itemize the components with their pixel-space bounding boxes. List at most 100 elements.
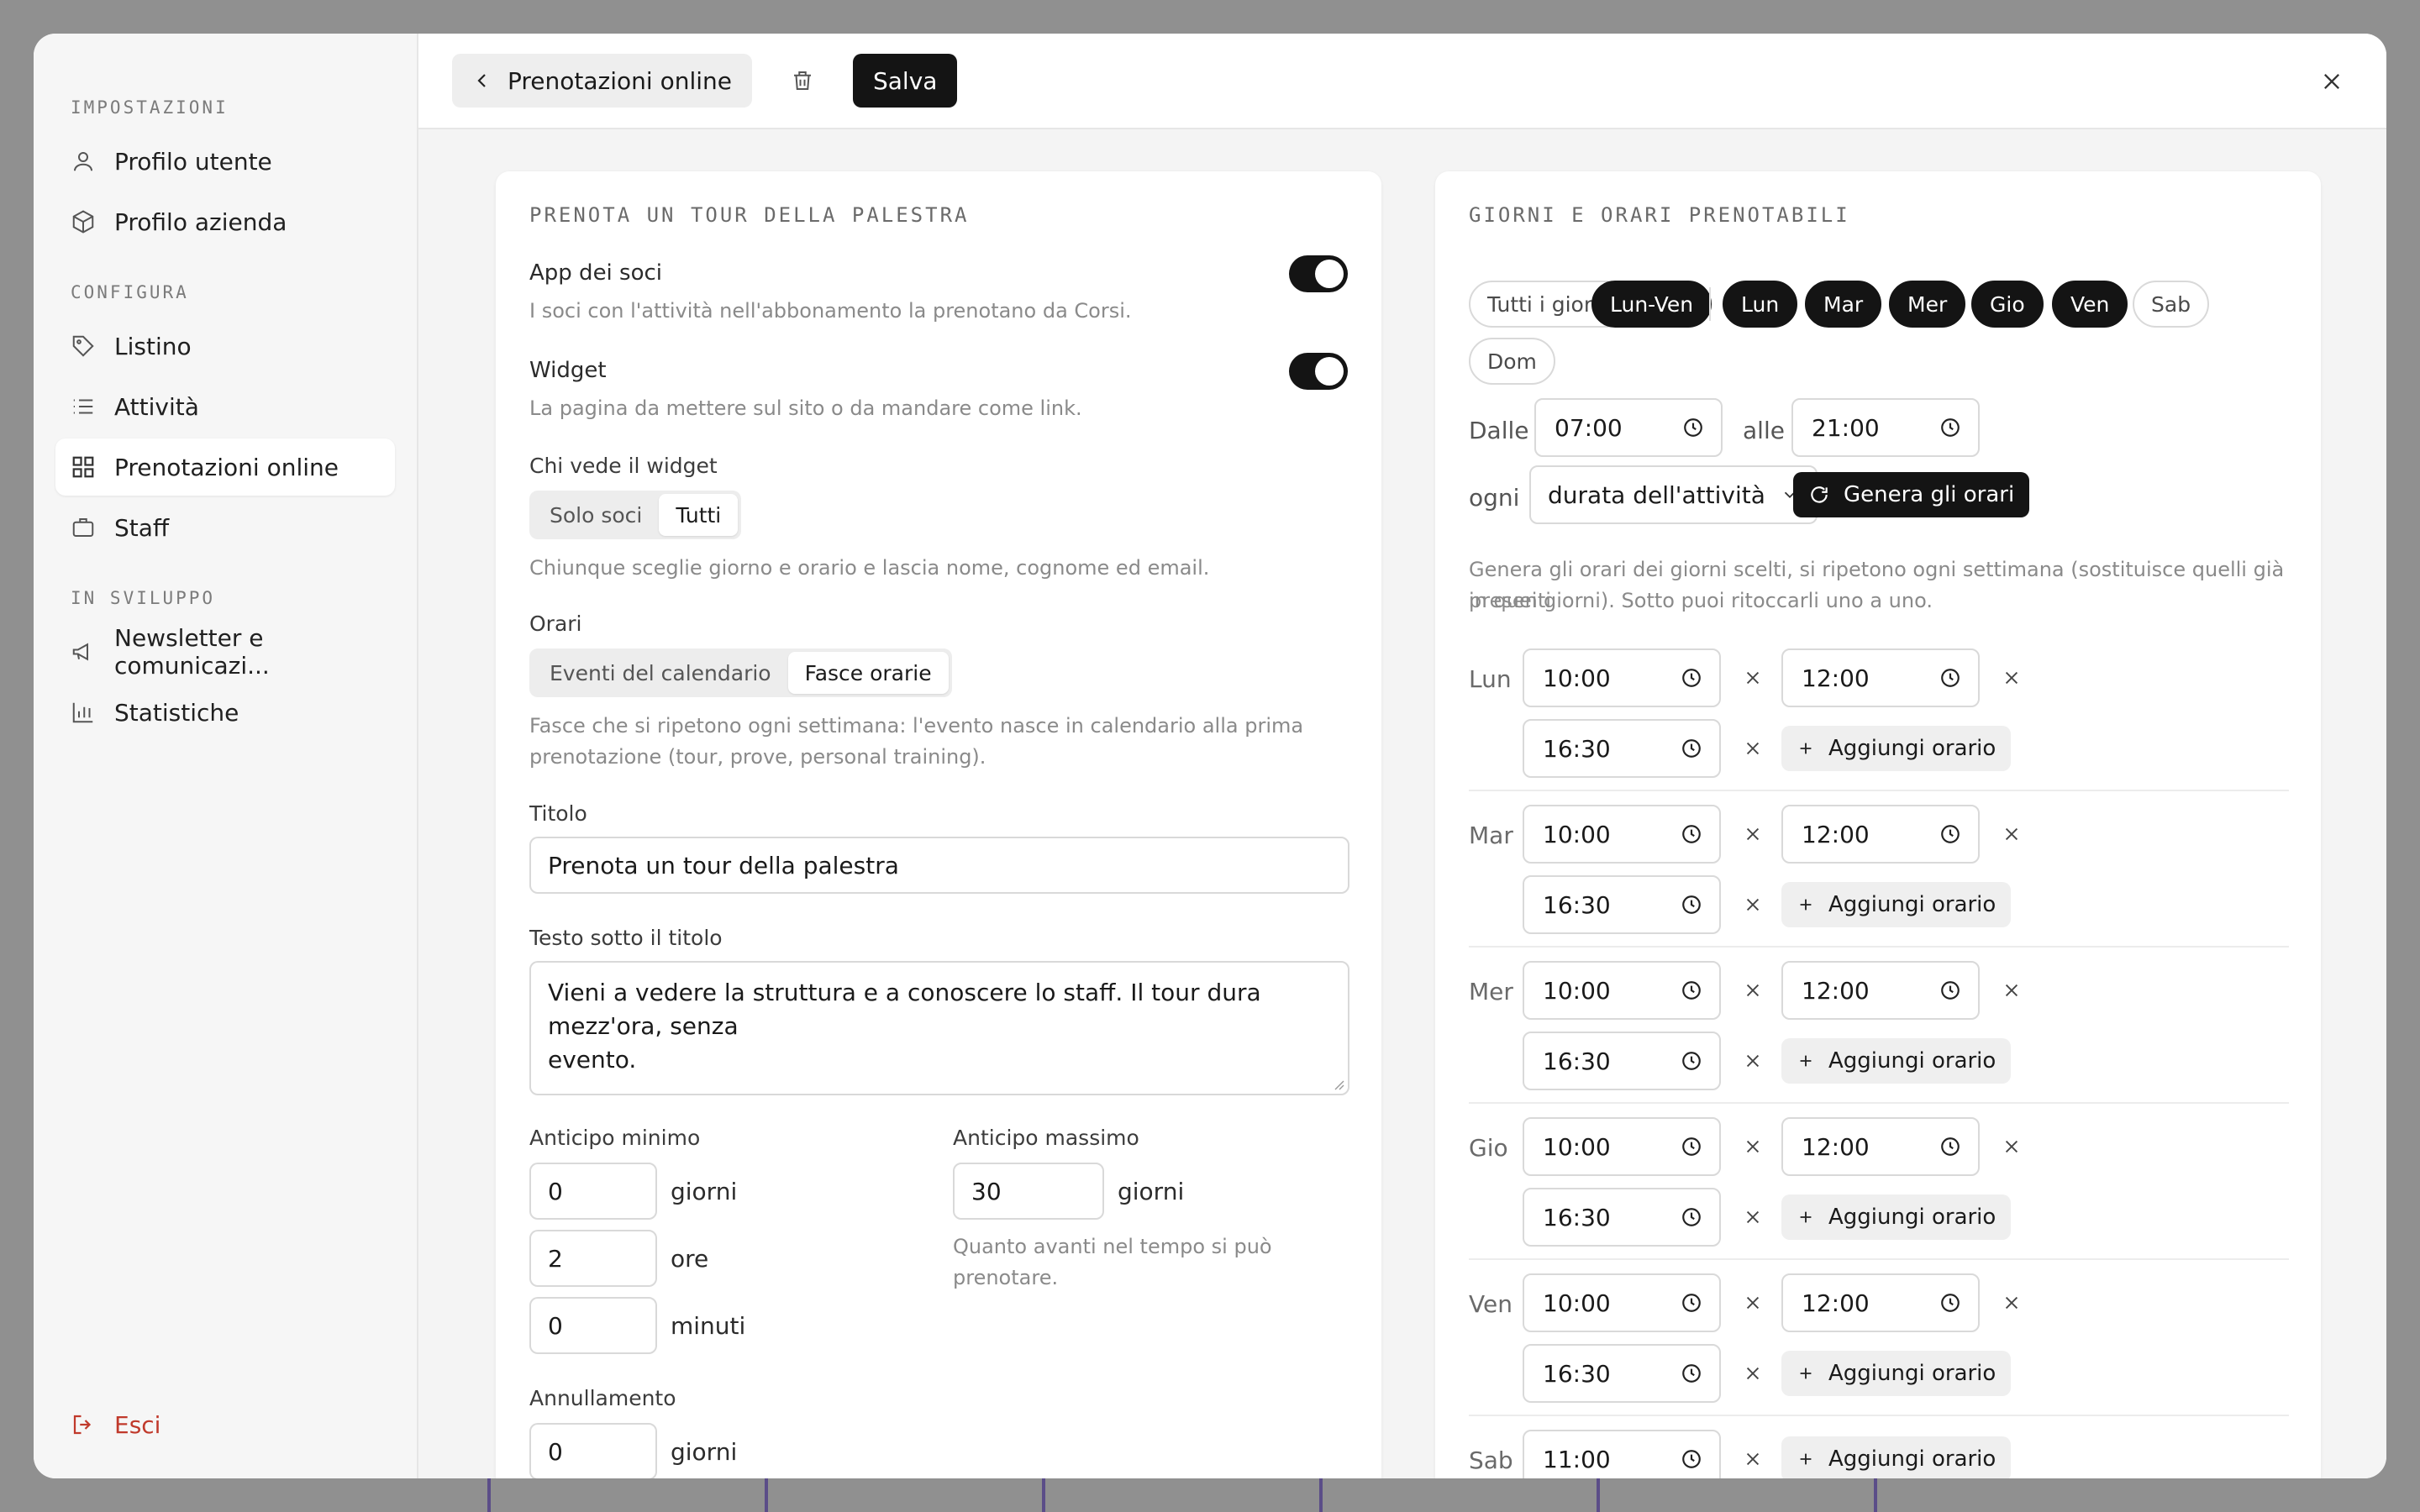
logout-button[interactable]: Esci [55, 1396, 176, 1453]
remove-slot-button[interactable] [1738, 1288, 1768, 1318]
back-button[interactable]: Prenotazioni online [452, 54, 752, 108]
slot-time-input[interactable]: 10:00 [1523, 961, 1721, 1020]
save-button[interactable]: Salva [852, 54, 958, 108]
remove-slot-button[interactable] [1738, 819, 1768, 849]
slot-time-input[interactable]: 16:30 [1523, 1032, 1721, 1090]
titolo-input[interactable]: Prenota un tour della palestra [529, 837, 1349, 894]
remove-slot-button[interactable] [1738, 1131, 1768, 1162]
sidebar-item-staff[interactable]: Staff [55, 499, 395, 556]
slot-time-input[interactable]: 16:30 [1523, 875, 1721, 934]
briefcase-icon [72, 518, 94, 537]
add-slot-button[interactable]: Aggiungi orario [1781, 1351, 2012, 1396]
titolo-label: Titolo [529, 801, 587, 826]
anticipo-minimo-ore-input[interactable]: 2 [529, 1230, 657, 1287]
remove-slot-button[interactable] [1996, 663, 2027, 693]
add-slot-button[interactable]: Aggiungi orario [1781, 1038, 2012, 1084]
schedule-card: GIORNI E ORARI PRENOTABILI Tutti i giorn… [1435, 171, 2321, 1478]
close-button[interactable] [2311, 60, 2353, 102]
interval-select[interactable]: durata dell'attività [1529, 465, 1818, 524]
remove-slot-button[interactable] [1996, 1288, 2027, 1318]
refresh-icon [1811, 486, 1828, 503]
slot-time-input[interactable]: 11:00 [1523, 1430, 1721, 1478]
from-label: Dalle [1469, 417, 1529, 444]
slot-time-input[interactable]: 16:30 [1523, 1344, 1721, 1403]
anticipo-massimo-giorni-input[interactable]: 30 [953, 1163, 1104, 1220]
add-slot-button[interactable]: Aggiungi orario [1781, 1436, 2012, 1478]
who-option-solo-soci[interactable]: Solo soci [533, 494, 659, 536]
chip-mar[interactable]: Mar [1805, 281, 1882, 328]
slot-time-input[interactable]: 10:00 [1523, 1117, 1721, 1176]
slot-time-input[interactable]: 12:00 [1781, 648, 1980, 707]
megaphone-icon [72, 643, 88, 661]
day-divider [1469, 1415, 2289, 1416]
to-time-input[interactable]: 21:00 [1791, 398, 1980, 457]
remove-slot-button[interactable] [1738, 975, 1768, 1005]
resize-handle-icon[interactable] [1333, 1079, 1344, 1090]
add-slot-button[interactable]: Aggiungi orario [1781, 882, 2012, 927]
add-slot-button[interactable]: Aggiungi orario [1781, 1194, 2012, 1240]
remove-slot-button[interactable] [1738, 1358, 1768, 1389]
slot-time-input[interactable]: 10:00 [1523, 648, 1721, 707]
slot-time-input[interactable]: 16:30 [1523, 719, 1721, 778]
chip-gio[interactable]: Gio [1971, 281, 2044, 328]
remove-slot-button[interactable] [1738, 663, 1768, 693]
slot-time-input[interactable]: 12:00 [1781, 1117, 1980, 1176]
orari-option-fasce[interactable]: Fasce orarie [787, 652, 949, 694]
widget-toggle[interactable] [1289, 353, 1348, 390]
slot-time-input[interactable]: 12:00 [1781, 1273, 1980, 1332]
sidebar-item-profilo-azienda[interactable]: Profilo azienda [55, 193, 395, 250]
time-value: 16:30 [1543, 1203, 1611, 1231]
chip-dom[interactable]: Dom [1469, 338, 1555, 385]
chip-lun[interactable]: Lun [1723, 281, 1798, 328]
remove-slot-button[interactable] [1996, 975, 2027, 1005]
who-segmented-control: Solo soci Tutti [529, 491, 742, 539]
slot-time-input[interactable]: 16:30 [1523, 1188, 1721, 1247]
slot-time-input[interactable]: 10:00 [1523, 1273, 1721, 1332]
chip-sab[interactable]: Sab [2133, 281, 2210, 328]
generate-times-button[interactable]: Genera gli orari [1793, 472, 2030, 517]
delete-button[interactable] [776, 54, 829, 108]
annullamento-giorni-input[interactable]: 0 [529, 1423, 657, 1478]
remove-slot-button[interactable] [1738, 1444, 1768, 1474]
day-label-ven: Ven [1469, 1290, 1512, 1318]
back-button-label: Prenotazioni online [508, 66, 732, 95]
sidebar-item-label: Newsletter e comunicazi... [114, 624, 270, 680]
from-time-input[interactable]: 07:00 [1534, 398, 1723, 457]
sidebar-item-newsletter[interactable]: Newsletter e comunicazi... [55, 623, 395, 680]
clock-icon [1684, 418, 1702, 437]
close-icon [1746, 1452, 1760, 1466]
remove-slot-button[interactable] [1996, 819, 2027, 849]
chip-mer[interactable]: Mer [1889, 281, 1966, 328]
who-option-tutti[interactable]: Tutti [659, 494, 739, 536]
chip-lun-ven[interactable]: Lun-Ven [1591, 281, 1712, 328]
chip-ven[interactable]: Ven [2052, 281, 2128, 328]
sidebar-item-prenotazioni-online[interactable]: Prenotazioni online [55, 438, 395, 496]
background-bar [1042, 1478, 1045, 1512]
remove-slot-button[interactable] [1996, 1131, 2027, 1162]
time-value: 07:00 [1555, 413, 1623, 442]
slot-time-input[interactable]: 12:00 [1781, 961, 1980, 1020]
slot-time-input[interactable]: 12:00 [1781, 805, 1980, 864]
sidebar-item-profilo-utente[interactable]: Profilo utente [55, 133, 395, 190]
topbar: Prenotazioni online Salva [418, 34, 2386, 129]
add-slot-label: Aggiungi orario [1828, 736, 1996, 761]
remove-slot-button[interactable] [1738, 1046, 1768, 1076]
app-toggle[interactable] [1289, 255, 1348, 292]
sidebar-section-settings: IMPOSTAZIONI [71, 97, 229, 118]
sidebar-item-statistiche[interactable]: Statistiche [55, 684, 395, 741]
remove-slot-button[interactable] [1738, 1202, 1768, 1232]
sotto-titolo-textarea[interactable]: Vieni a vedere la struttura e a conoscer… [529, 961, 1349, 1095]
sotto-titolo-label: Testo sotto il titolo [529, 926, 723, 950]
sidebar-item-listino[interactable]: Listino [55, 318, 395, 375]
sotto-titolo-line-2: evento. [548, 1046, 637, 1074]
anticipo-minimo-minuti-input[interactable]: 0 [529, 1297, 657, 1354]
orari-option-eventi[interactable]: Eventi del calendario [533, 652, 788, 694]
sidebar-item-label: Staff [114, 513, 170, 542]
anticipo-minimo-giorni-input[interactable]: 0 [529, 1163, 657, 1220]
remove-slot-button[interactable] [1738, 733, 1768, 764]
add-slot-button[interactable]: Aggiungi orario [1781, 726, 2012, 771]
close-icon [1746, 1054, 1760, 1068]
sidebar-item-attivita[interactable]: Attività [55, 378, 395, 435]
remove-slot-button[interactable] [1738, 890, 1768, 920]
slot-time-input[interactable]: 10:00 [1523, 805, 1721, 864]
